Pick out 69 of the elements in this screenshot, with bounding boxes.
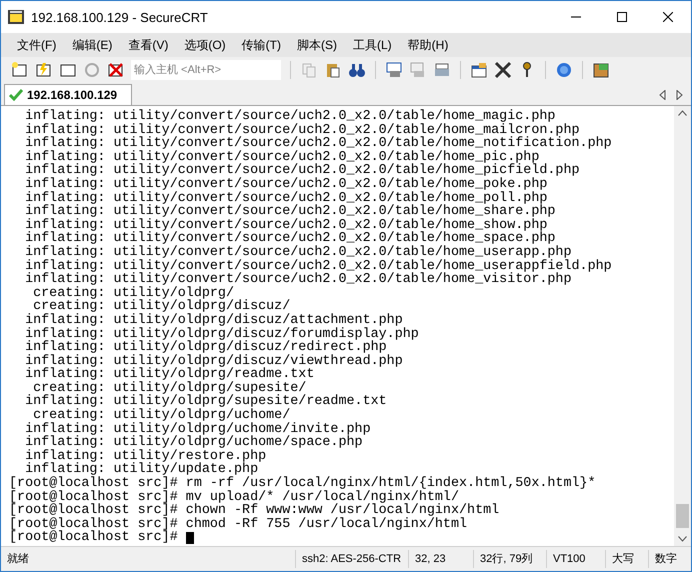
menu-item[interactable]: 查看(V)	[120, 36, 176, 54]
menu-item[interactable]: 文件(F)	[9, 36, 64, 54]
terminal-line: creating: utility/oldprg/uchome/	[33, 409, 290, 423]
terminal-line: inflating: utility/convert/source/uch2.0_x2.0/table/home_userapp.php	[24, 246, 572, 260]
terminal-line: inflating: utility/oldprg/uchome/invite.php	[24, 422, 371, 436]
terminal-line: inflating: utility/convert/source/uch2.0_x2.0/table/home_share.php	[24, 205, 556, 219]
terminal-line: inflating: utility/oldprg/discuz/redirect.php	[24, 341, 387, 355]
scrollbar[interactable]	[674, 106, 691, 546]
sftp-icon[interactable]	[592, 61, 610, 79]
session-options-icon[interactable]	[470, 61, 488, 79]
app-icon	[7, 8, 25, 26]
terminal-line: creating: utility/oldprg/	[32, 286, 234, 300]
session-tab[interactable]: 192.168.100.129	[4, 84, 132, 105]
terminal-line: [root@localhost src]# chmod -Rf 755 /usr/local/nginx/html	[9, 518, 468, 532]
status-text: 就绪	[6, 552, 30, 567]
terminal-line: inflating: utility/oldprg/discuz/attachment.php	[24, 314, 403, 328]
terminal-line: inflating: utility/convert/source/uch2.0_x2.0/table/home_poke.php	[24, 178, 548, 192]
quick-connect-icon[interactable]	[35, 61, 53, 79]
scroll-down-icon[interactable]	[678, 536, 687, 542]
terminal-line: inflating: utility/convert/source/uch2.0_x2.0/table/home_magic.php	[24, 110, 556, 124]
maximize-icon[interactable]	[617, 12, 627, 22]
terminal-line: inflating: utility/oldprg/uchome/space.php	[24, 436, 363, 450]
terminal-line: inflating: utility/oldprg/discuz/viewthread.php	[24, 354, 403, 368]
status-text: 大写	[605, 550, 648, 568]
help-icon[interactable]	[555, 61, 573, 79]
scroll-thumb[interactable]	[676, 504, 689, 528]
terminal-line: inflating: utility/convert/source/uch2.0_x2.0/table/home_notification.php	[24, 137, 612, 151]
terminal-line: inflating: utility/restore.php	[24, 450, 266, 464]
menu-item[interactable]: 传输(T)	[234, 36, 289, 54]
terminal-line: inflating: utility/convert/source/uch2.0_x2.0/table/home_picfield.php	[24, 164, 580, 178]
terminal-line: [root@localhost src]# rm -rf /usr/local/nginx/html/{index.html,50x.html}*	[9, 477, 596, 491]
previous-tab-icon[interactable]	[659, 90, 666, 100]
next-tab-icon[interactable]	[676, 90, 683, 100]
terminal-line: inflating: utility/convert/source/uch2.0_x2.0/table/home_poll.php	[24, 192, 548, 206]
menu-item[interactable]: 编辑(E)	[64, 36, 120, 54]
connect-icon[interactable]	[11, 61, 29, 79]
disconnect-icon[interactable]	[107, 61, 125, 79]
status-text: 32, 23	[408, 550, 473, 568]
status-text: VT100	[546, 550, 605, 568]
menu-item[interactable]: 选项(O)	[176, 36, 234, 54]
terminal-line: [root@localhost src]#	[9, 531, 179, 545]
status-text: ssh2: AES-256-CTR	[295, 550, 408, 568]
terminal-line: inflating: utility/convert/source/uch2.0_x2.0/table/home_space.php	[24, 232, 556, 246]
terminal-line: inflating: utility/convert/source/uch2.0_x2.0/table/home_pic.php	[24, 150, 540, 164]
terminal-line: creating: utility/oldprg/discuz/	[33, 300, 290, 314]
menu-item[interactable]: 工具(L)	[344, 36, 400, 54]
status-text: 数字	[648, 550, 691, 568]
scroll-up-icon[interactable]	[678, 110, 687, 116]
terminal-line: inflating: utility/oldprg/discuz/forumdisplay.php	[24, 328, 419, 342]
printer-icon[interactable]	[433, 61, 451, 79]
terminal-line: creating: utility/oldprg/supesite/	[33, 382, 306, 396]
print-screen-icon[interactable]	[385, 61, 403, 79]
paste-icon[interactable]	[324, 61, 342, 79]
terminal-line: inflating: utility/convert/source/uch2.0_x2.0/table/home_visitor.php	[24, 273, 572, 287]
close-icon[interactable]	[663, 12, 673, 22]
host-field[interactable]: 输入主机 <Alt+R>	[131, 60, 281, 80]
window-title: 192.168.100.129 - SecureCRT	[31, 10, 209, 24]
menu-item[interactable]: 脚本(S)	[288, 36, 345, 54]
binoculars-icon[interactable]	[348, 61, 366, 79]
terminal-line: [root@localhost src]# mv upload/* /usr/local/nginx/html/	[9, 490, 459, 504]
terminal-line: [root@localhost src]# chown -Rf www:www /usr/local/nginx/html	[9, 504, 500, 518]
terminal-line: inflating: utility/convert/source/uch2.0_x2.0/table/home_show.php	[24, 218, 548, 232]
terminal-line: inflating: utility/update.php	[25, 463, 258, 478]
terminal-line: inflating: utility/convert/source/uch2.0_x2.0/table/home_mailcron.php	[24, 124, 580, 138]
terminal-line: inflating: utility/oldprg/supesite/readme.txt	[24, 395, 387, 410]
status-text: 32行, 79列	[473, 550, 546, 568]
menu-item[interactable]: 帮助(H)	[400, 36, 456, 54]
terminal-line: inflating: utility/convert/source/uch2.0_x2.0/table/home_userappfield.php	[24, 260, 612, 274]
terminal-line: inflating: utility/oldprg/readme.txt	[24, 368, 314, 382]
